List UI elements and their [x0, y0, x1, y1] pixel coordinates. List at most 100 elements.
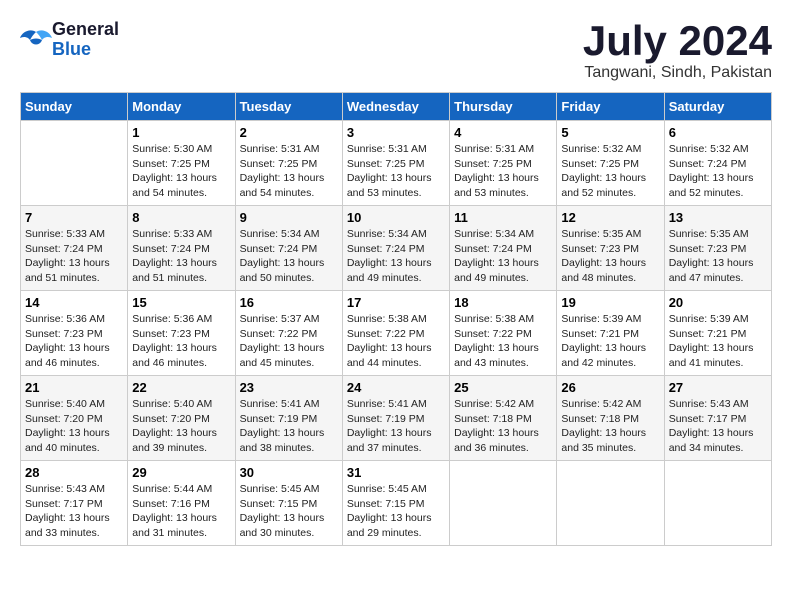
calendar-cell: 20Sunrise: 5:39 AMSunset: 7:21 PMDayligh… [664, 291, 771, 376]
day-info: Sunrise: 5:30 AMSunset: 7:25 PMDaylight:… [132, 142, 230, 201]
calendar-cell: 29 Sunrise: 5:44 AMSunset: 7:16 PMDayligh… [128, 461, 235, 546]
calendar-cell: 8Sunrise: 5:33 AMSunset: 7:24 PMDaylight… [128, 206, 235, 291]
day-info: Sunrise: 5:35 AMSunset: 7:23 PMDaylight:… [561, 227, 659, 286]
day-number: 31 [347, 465, 445, 480]
day-info: Sunrise: 5:32 AMSunset: 7:24 PMDaylight:… [669, 142, 767, 201]
calendar-cell [557, 461, 664, 546]
day-number: 14 [25, 295, 123, 310]
day-info: Sunrise: 5:34 AMSunset: 7:24 PMDaylight:… [240, 227, 338, 286]
calendar-cell: 13 Sunrise: 5:35 AMSunset: 7:23 PMDayligh… [664, 206, 771, 291]
day-number: 13 [669, 210, 767, 225]
day-info: Sunrise: 5:38 AMSunset: 7:22 PMDaylight:… [454, 312, 552, 371]
calendar-cell: 26 Sunrise: 5:42 AMSunset: 7:18 PMDayligh… [557, 376, 664, 461]
day-info: Sunrise: 5:31 AMSunset: 7:25 PMDaylight:… [454, 142, 552, 201]
day-info: Sunrise: 5:35 AMSunset: 7:23 PMDaylight:… [669, 227, 767, 286]
calendar-cell: 31Sunrise: 5:45 AMSunset: 7:15 PMDayligh… [342, 461, 449, 546]
day-info: Sunrise: 5:42 AMSunset: 7:18 PMDaylight:… [561, 397, 659, 456]
day-number: 3 [347, 125, 445, 140]
day-number: 27 [669, 380, 767, 395]
day-info: Sunrise: 5:39 AMSunset: 7:21 PMDaylight:… [561, 312, 659, 371]
day-number: 24 [347, 380, 445, 395]
calendar-cell: 18 Sunrise: 5:38 AMSunset: 7:22 PMDayligh… [450, 291, 557, 376]
column-header-saturday: Saturday [664, 93, 771, 121]
day-number: 26 [561, 380, 659, 395]
day-number: 25 [454, 380, 552, 395]
week-row-0: 1 Sunrise: 5:30 AMSunset: 7:25 PMDaylight… [21, 121, 772, 206]
day-info: Sunrise: 5:36 AMSunset: 7:23 PMDaylight:… [25, 312, 123, 371]
day-info: Sunrise: 5:44 AMSunset: 7:16 PMDaylight:… [132, 482, 230, 541]
calendar-cell: 4Sunrise: 5:31 AMSunset: 7:25 PMDaylight… [450, 121, 557, 206]
calendar-cell: 19 Sunrise: 5:39 AMSunset: 7:21 PMDayligh… [557, 291, 664, 376]
calendar-cell: 3Sunrise: 5:31 AMSunset: 7:25 PMDaylight… [342, 121, 449, 206]
day-number: 9 [240, 210, 338, 225]
calendar-cell [21, 121, 128, 206]
calendar-cell: 14 Sunrise: 5:36 AMSunset: 7:23 PMDayligh… [21, 291, 128, 376]
calendar-cell: 30Sunrise: 5:45 AMSunset: 7:15 PMDayligh… [235, 461, 342, 546]
day-number: 2 [240, 125, 338, 140]
day-info: Sunrise: 5:42 AMSunset: 7:18 PMDaylight:… [454, 397, 552, 456]
day-number: 10 [347, 210, 445, 225]
day-number: 28 [25, 465, 123, 480]
day-number: 19 [561, 295, 659, 310]
week-row-3: 21Sunrise: 5:40 AMSunset: 7:20 PMDayligh… [21, 376, 772, 461]
day-info: Sunrise: 5:40 AMSunset: 7:20 PMDaylight:… [25, 397, 123, 456]
calendar-cell: 6 Sunrise: 5:32 AMSunset: 7:24 PMDaylight… [664, 121, 771, 206]
day-number: 11 [454, 210, 552, 225]
week-row-1: 7 Sunrise: 5:33 AMSunset: 7:24 PMDaylight… [21, 206, 772, 291]
day-info: Sunrise: 5:40 AMSunset: 7:20 PMDaylight:… [132, 397, 230, 456]
week-row-4: 28 Sunrise: 5:43 AMSunset: 7:17 PMDayligh… [21, 461, 772, 546]
calendar-cell: 1 Sunrise: 5:30 AMSunset: 7:25 PMDaylight… [128, 121, 235, 206]
logo: General Blue [20, 20, 119, 60]
column-header-thursday: Thursday [450, 93, 557, 121]
day-info: Sunrise: 5:43 AMSunset: 7:17 PMDaylight:… [25, 482, 123, 541]
day-number: 23 [240, 380, 338, 395]
week-row-2: 14 Sunrise: 5:36 AMSunset: 7:23 PMDayligh… [21, 291, 772, 376]
day-number: 17 [347, 295, 445, 310]
calendar-cell [450, 461, 557, 546]
day-info: Sunrise: 5:33 AMSunset: 7:24 PMDaylight:… [25, 227, 123, 286]
calendar-cell: 16 Sunrise: 5:37 AMSunset: 7:22 PMDayligh… [235, 291, 342, 376]
calendar-cell: 9 Sunrise: 5:34 AMSunset: 7:24 PMDaylight… [235, 206, 342, 291]
page-header: General Blue July 2024 Tangwani, Sindh, … [20, 20, 772, 82]
calendar-cell: 22Sunrise: 5:40 AMSunset: 7:20 PMDayligh… [128, 376, 235, 461]
day-number: 1 [132, 125, 230, 140]
month-title: July 2024 [583, 20, 772, 62]
column-header-sunday: Sunday [21, 93, 128, 121]
calendar-cell: 23Sunrise: 5:41 AMSunset: 7:19 PMDayligh… [235, 376, 342, 461]
day-number: 7 [25, 210, 123, 225]
column-header-wednesday: Wednesday [342, 93, 449, 121]
title-area: July 2024 Tangwani, Sindh, Pakistan [583, 20, 772, 82]
day-info: Sunrise: 5:34 AMSunset: 7:24 PMDaylight:… [454, 227, 552, 286]
calendar-cell: 27 Sunrise: 5:43 AMSunset: 7:17 PMDayligh… [664, 376, 771, 461]
location: Tangwani, Sindh, Pakistan [583, 64, 772, 82]
calendar-cell: 7 Sunrise: 5:33 AMSunset: 7:24 PMDaylight… [21, 206, 128, 291]
day-info: Sunrise: 5:36 AMSunset: 7:23 PMDaylight:… [132, 312, 230, 371]
day-number: 29 [132, 465, 230, 480]
calendar-cell: 17 Sunrise: 5:38 AMSunset: 7:22 PMDayligh… [342, 291, 449, 376]
logo-text: General Blue [52, 20, 119, 60]
day-info: Sunrise: 5:39 AMSunset: 7:21 PMDaylight:… [669, 312, 767, 371]
calendar-cell: 15 Sunrise: 5:36 AMSunset: 7:23 PMDayligh… [128, 291, 235, 376]
calendar-cell: 28 Sunrise: 5:43 AMSunset: 7:17 PMDayligh… [21, 461, 128, 546]
header-row: SundayMondayTuesdayWednesdayThursdayFrid… [21, 93, 772, 121]
day-info: Sunrise: 5:41 AMSunset: 7:19 PMDaylight:… [347, 397, 445, 456]
day-info: Sunrise: 5:45 AMSunset: 7:15 PMDaylight:… [240, 482, 338, 541]
day-number: 12 [561, 210, 659, 225]
day-number: 6 [669, 125, 767, 140]
day-number: 18 [454, 295, 552, 310]
day-info: Sunrise: 5:33 AMSunset: 7:24 PMDaylight:… [132, 227, 230, 286]
column-header-tuesday: Tuesday [235, 93, 342, 121]
day-number: 16 [240, 295, 338, 310]
calendar-table: SundayMondayTuesdayWednesdayThursdayFrid… [20, 92, 772, 546]
day-info: Sunrise: 5:43 AMSunset: 7:17 PMDaylight:… [669, 397, 767, 456]
calendar-cell: 21Sunrise: 5:40 AMSunset: 7:20 PMDayligh… [21, 376, 128, 461]
day-info: Sunrise: 5:37 AMSunset: 7:22 PMDaylight:… [240, 312, 338, 371]
day-info: Sunrise: 5:34 AMSunset: 7:24 PMDaylight:… [347, 227, 445, 286]
calendar-cell [664, 461, 771, 546]
calendar-cell: 2Sunrise: 5:31 AMSunset: 7:25 PMDaylight… [235, 121, 342, 206]
calendar-cell: 12 Sunrise: 5:35 AMSunset: 7:23 PMDayligh… [557, 206, 664, 291]
logo-icon [20, 28, 48, 52]
column-header-friday: Friday [557, 93, 664, 121]
day-info: Sunrise: 5:38 AMSunset: 7:22 PMDaylight:… [347, 312, 445, 371]
day-number: 15 [132, 295, 230, 310]
